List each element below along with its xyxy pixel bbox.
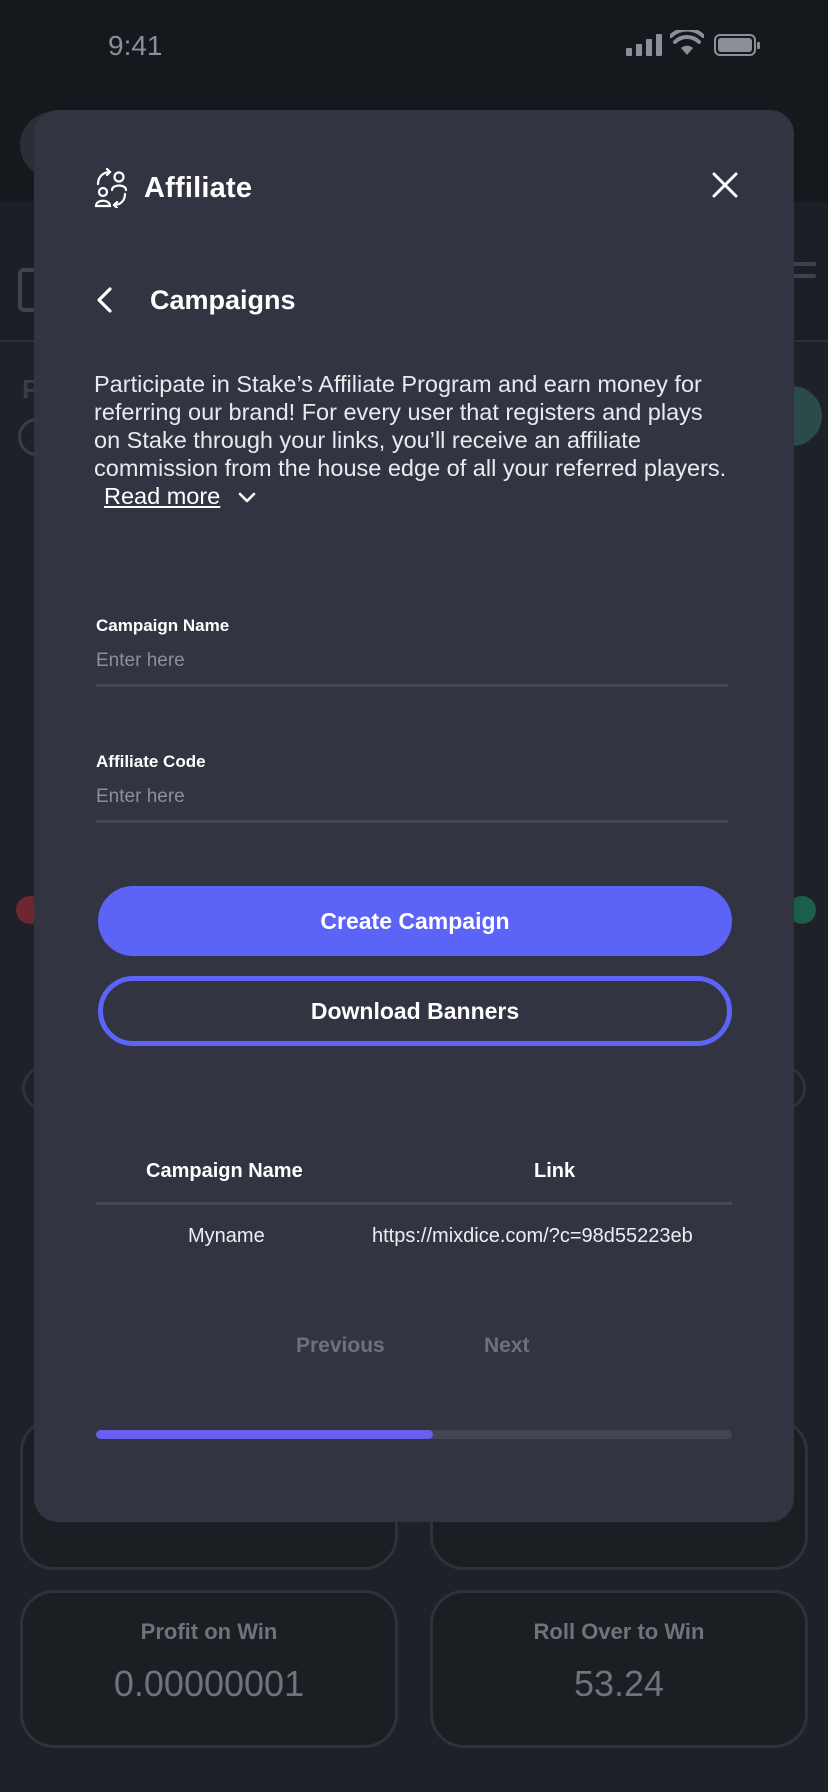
affiliate-code-label: Affiliate Code [96, 752, 206, 771]
previous-button[interactable]: Previous [296, 1334, 385, 1358]
affiliate-code-field: Affiliate Code [96, 752, 728, 823]
section-title: Campaigns [150, 284, 296, 315]
next-button[interactable]: Next [484, 1334, 530, 1358]
status-bar: 9:41 [0, 0, 828, 96]
affiliate-code-input[interactable] [96, 786, 728, 823]
create-campaign-button[interactable]: Create Campaign [98, 886, 732, 956]
roll-over-card: Roll Over to Win 53.24 [430, 1590, 808, 1748]
table-row: Myname https://mixdice.com/?c=98d55223eb [96, 1205, 732, 1275]
column-header-campaign-name: Campaign Name [146, 1160, 303, 1182]
progress-bar [96, 1430, 732, 1439]
status-time: 9:41 [108, 30, 163, 61]
pagination: Previous Next [34, 1334, 794, 1370]
column-header-link: Link [534, 1160, 576, 1182]
read-more-link[interactable]: Read more [104, 483, 220, 509]
modal-title: Affiliate [144, 171, 253, 204]
wifi-icon [670, 30, 704, 55]
campaign-link-cell[interactable]: https://mixdice.com/?c=98d55223eb [372, 1225, 693, 1248]
profit-on-win-value: 0.00000001 [113, 1663, 305, 1704]
campaign-name-input[interactable] [96, 650, 728, 687]
download-banners-button[interactable]: Download Banners [98, 976, 732, 1046]
campaign-name-field: Campaign Name [96, 616, 728, 687]
section-header: Campaigns [92, 278, 296, 322]
progress-fill [96, 1430, 434, 1439]
campaign-name-label: Campaign Name [96, 616, 230, 635]
back-chevron-icon[interactable] [92, 285, 118, 315]
background-menu-icon [792, 262, 816, 286]
profit-on-win-label: Profit on Win [140, 1619, 278, 1644]
affiliate-icon [94, 168, 128, 208]
campaign-name-cell: Myname [188, 1225, 265, 1247]
roll-over-label: Roll Over to Win [533, 1619, 705, 1644]
close-icon[interactable] [712, 172, 738, 198]
profit-on-win-card: Profit on Win 0.00000001 [20, 1590, 398, 1748]
battery-icon [714, 34, 760, 56]
table-header: Campaign Name Link [96, 1132, 732, 1205]
affiliate-modal: Affiliate Campaigns Participate in Stake… [34, 110, 794, 1522]
signal-icon [626, 34, 662, 56]
chevron-down-icon[interactable] [237, 491, 257, 505]
modal-header: Affiliate [92, 166, 252, 210]
campaigns-table: Campaign Name Link Myname https://mixdic… [96, 1132, 732, 1275]
affiliate-description: Participate in Stake’s Affiliate Program… [94, 370, 734, 510]
roll-over-value: 53.24 [573, 1663, 665, 1704]
description-text: Participate in Stake’s Affiliate Program… [94, 371, 727, 481]
